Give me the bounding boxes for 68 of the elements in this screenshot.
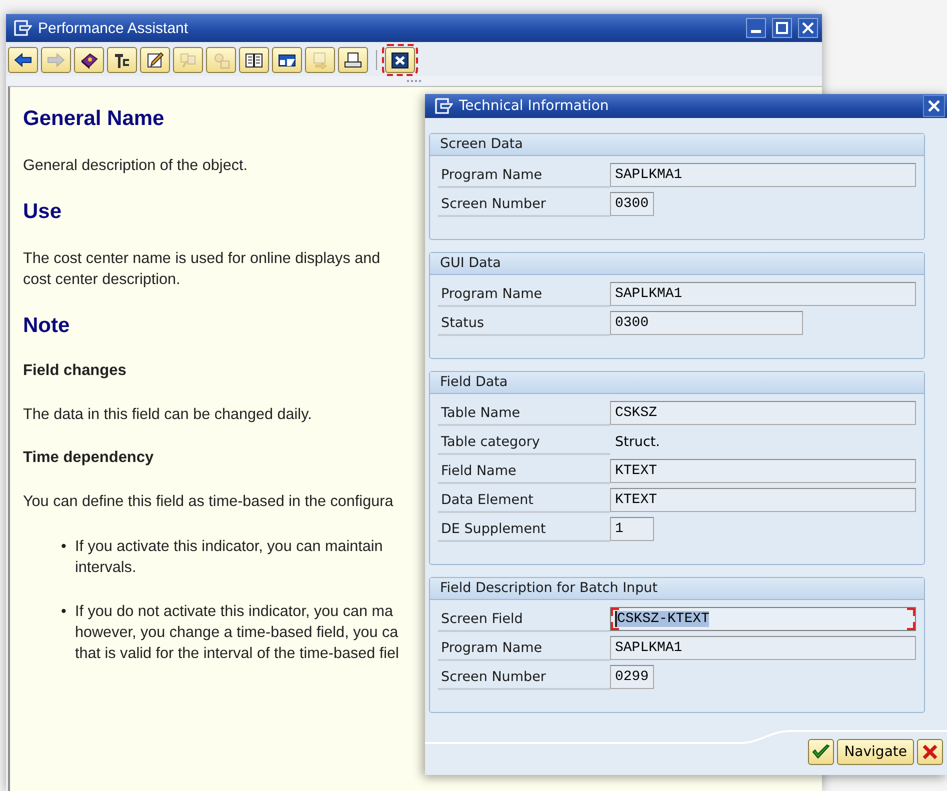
group-title: Field Data	[430, 372, 924, 394]
paragraph-text: cost center description.	[23, 270, 180, 290]
paragraph-text: The data in this field can be changed daily.	[23, 405, 312, 425]
section-heading: Use	[23, 200, 62, 224]
input-field[interactable]: 0299	[610, 665, 654, 690]
toolbar-button[interactable]	[140, 47, 170, 73]
minimize-icon	[751, 30, 761, 33]
book-icon	[79, 51, 99, 69]
subsection-heading: Time dependency	[23, 449, 154, 467]
maximize-button[interactable]	[772, 18, 792, 38]
cancel-button[interactable]	[917, 739, 943, 765]
bullet-text: however, you change a time-based field, you ca	[75, 623, 398, 643]
input-field[interactable]: CSKSZ	[610, 401, 916, 426]
toolbar-button[interactable]	[385, 47, 415, 73]
input-field[interactable]: 0300	[610, 192, 654, 216]
close-button[interactable]	[798, 18, 818, 38]
toolbar-button[interactable]	[74, 47, 104, 73]
toolbar-button[interactable]	[338, 47, 368, 73]
field-value: Struct.	[614, 433, 661, 452]
section-heading: Note	[23, 314, 70, 338]
left-arrow-icon	[13, 51, 33, 69]
bullet-marker: •	[61, 602, 67, 622]
dialog-title: Technical Information	[459, 98, 610, 114]
open-book-icon	[244, 51, 264, 69]
close-icon	[802, 22, 814, 34]
input-field[interactable]: KTEXT	[610, 459, 916, 484]
printer-icon	[343, 51, 363, 69]
input-field[interactable]: SAPLKMA1	[610, 282, 916, 306]
right-arrow-icon	[46, 51, 66, 69]
maximize-icon	[776, 22, 788, 34]
navigate-button[interactable]: Navigate	[837, 739, 914, 765]
close-icon	[390, 51, 410, 69]
confirm-button[interactable]	[808, 739, 834, 765]
bullet-marker: •	[61, 537, 67, 557]
bullet-text: intervals.	[75, 558, 136, 578]
input-field[interactable]: KTEXT	[610, 488, 916, 512]
group-title: GUI Data	[430, 252, 924, 275]
group-title: Field Description for Batch Input	[430, 578, 924, 600]
toolbar-button[interactable]	[8, 47, 38, 73]
input-field[interactable]: 1	[610, 517, 654, 542]
pencil-icon	[145, 51, 165, 69]
paragraph-text: The cost center name is used for online displays and	[23, 249, 380, 269]
input-field[interactable]: 0300	[610, 311, 803, 336]
window-title: Performance Assistant	[38, 20, 190, 36]
section-heading: General Name	[23, 107, 164, 131]
toolbar-button[interactable]	[272, 47, 302, 73]
input-field[interactable]: SAPLKMA1	[610, 636, 916, 660]
bullet-text: If you activate this indicator, you can maintain	[75, 537, 383, 557]
check-icon	[812, 744, 830, 760]
window-menu-icon[interactable]	[14, 20, 32, 36]
input-field[interactable]: SAPLKMA1	[610, 163, 916, 188]
input-field[interactable]: CSKSZ-KTEXT	[610, 607, 916, 632]
subsection-heading: Field changes	[23, 362, 126, 380]
close-button[interactable]	[923, 94, 945, 117]
field-label: Screen Field	[438, 606, 610, 632]
group-title: Screen Data	[430, 134, 924, 156]
field-label: Table category	[438, 429, 610, 456]
minimize-button[interactable]	[746, 18, 766, 38]
cancel-icon	[922, 744, 938, 760]
toolbar-button[interactable]	[107, 47, 137, 73]
notes-icon	[178, 51, 198, 69]
paragraph-text: You can define this field as time-based in the configura	[23, 492, 394, 512]
bullet-text: If you do not activate this indicator, you can ma	[75, 602, 394, 622]
paragraph-text: General description of the object.	[23, 156, 248, 176]
toolbar-button[interactable]	[239, 47, 269, 73]
window-menu-icon[interactable]	[435, 98, 453, 114]
close-icon	[927, 98, 941, 113]
bullet-text: that is valid for the interval of the time-based fiel	[75, 644, 399, 664]
